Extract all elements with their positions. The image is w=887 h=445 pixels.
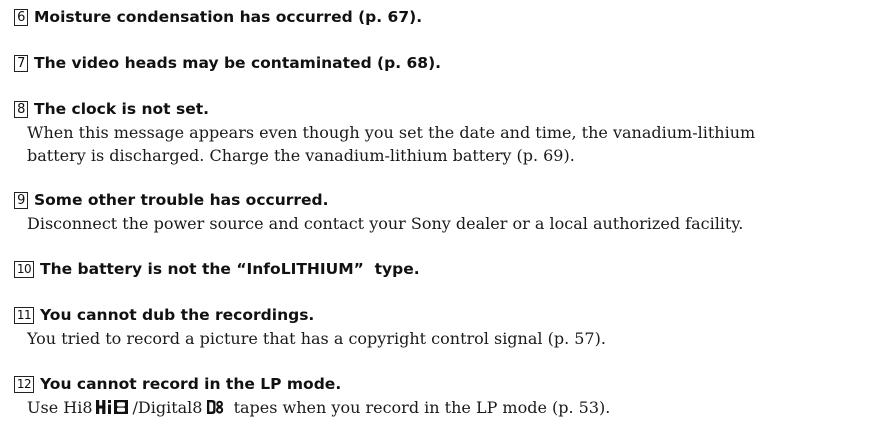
message-description: You tried to record a picture that has a… — [27, 327, 606, 350]
hi8-logo-icon — [95, 398, 130, 421]
message-number-box: 8 — [14, 100, 28, 118]
message-title: Some other trouble has occurred. — [34, 191, 329, 209]
message-item-11: 11 You cannot dub the recordings. You tr… — [14, 304, 606, 350]
description-line: Disconnect the power source and contact … — [27, 214, 744, 233]
description-text-after: tapes when you record in the LP mode (p.… — [233, 398, 611, 417]
message-title: Moisture condensation has occurred (p. 6… — [34, 8, 423, 26]
message-item-10: 10 The battery is not the “InfoLITHIUM” … — [14, 258, 420, 280]
message-description: When this message appears even though yo… — [27, 121, 755, 167]
message-item-9: 9 Some other trouble has occurred. Disco… — [14, 189, 743, 235]
message-title: The battery is not the “InfoLITHIUM” typ… — [40, 260, 420, 278]
description-line: battery is discharged. Charge the vanadi… — [27, 146, 575, 165]
message-item-6: 6 Moisture condensation has occurred (p.… — [14, 6, 422, 28]
message-number-box: 7 — [14, 54, 28, 72]
message-title: You cannot dub the recordings. — [40, 306, 315, 324]
description-line: When this message appears even though yo… — [27, 123, 756, 142]
description-line: You tried to record a picture that has a… — [27, 329, 606, 348]
message-number-box: 6 — [14, 8, 28, 26]
message-number-box: 12 — [14, 375, 34, 393]
message-number-box: 11 — [14, 306, 34, 324]
digital8-logo-icon — [205, 398, 225, 421]
message-item-12: 12 You cannot record in the LP mode. Use… — [14, 373, 610, 421]
description-text-before: Use Hi8 — [27, 398, 93, 417]
message-item-8: 8 The clock is not set. When this messag… — [14, 98, 755, 167]
message-description: Use Hi8 /Digital8 tapes when you record … — [27, 396, 610, 421]
message-title: The video heads may be contaminated (p. … — [34, 54, 442, 72]
message-title: You cannot record in the LP mode. — [40, 375, 342, 393]
message-number-box: 9 — [14, 191, 28, 209]
message-item-7: 7 The video heads may be contaminated (p… — [14, 52, 441, 74]
message-description: Disconnect the power source and contact … — [27, 212, 743, 235]
description-text-middle: /Digital8 — [132, 398, 203, 417]
message-title: The clock is not set. — [34, 100, 210, 118]
message-number-box: 10 — [14, 260, 34, 278]
